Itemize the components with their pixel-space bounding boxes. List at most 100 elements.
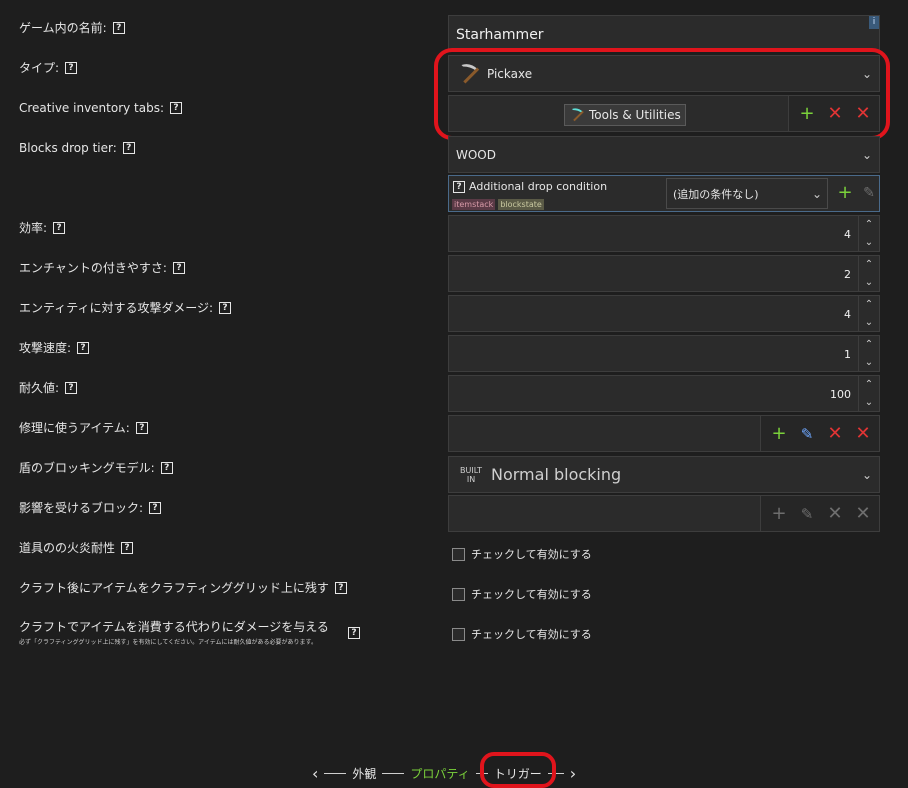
chevron-down-icon[interactable]: ⌄ — [859, 234, 879, 252]
chevron-down-icon[interactable]: ⌄ — [859, 274, 879, 292]
spinner: ⌃ ⌄ — [858, 296, 879, 331]
entity-damage-label: エンティティに対する攻撃ダメージ:? — [19, 298, 232, 318]
affected-blocks-label: 影響を受けるブロック:? — [19, 498, 162, 518]
add-icon[interactable]: + — [835, 183, 855, 203]
help-icon[interactable]: ? — [121, 542, 134, 554]
tag-itemstack: itemstack — [452, 199, 496, 210]
name-label: ゲーム内の名前:? — [19, 18, 125, 38]
checkbox-label: チェックして有効にする — [471, 548, 592, 561]
add-icon[interactable]: + — [769, 423, 789, 444]
durability-label: 耐久値:? — [19, 378, 78, 398]
shield-model-value: Normal blocking — [491, 465, 622, 484]
chevron-down-icon[interactable]: ⌄ — [859, 394, 879, 412]
highlight-oval — [434, 48, 890, 140]
eyedropper-icon[interactable]: ✎ — [797, 504, 817, 524]
help-icon[interactable]: ? — [77, 342, 90, 354]
nav-properties[interactable]: プロパティ — [410, 765, 469, 782]
help-icon[interactable]: ? — [172, 262, 185, 274]
damage-instead-checkbox[interactable]: チェックして有効にする — [452, 624, 592, 644]
edit-icon[interactable]: ✎ — [859, 183, 879, 203]
attack-speed-label: 攻撃速度:? — [19, 338, 90, 358]
drop-tier-dropdown[interactable]: WOOD ⌄ — [448, 136, 880, 173]
drop-condition-select-value: (追加の条件なし) — [673, 187, 759, 201]
nav-appearance[interactable]: 外観 — [352, 765, 376, 782]
shield-model-label: 盾のブロッキングモデル:? — [19, 458, 173, 478]
attack-speed-input[interactable]: 1 ⌃ ⌄ — [448, 335, 880, 372]
checkbox[interactable] — [452, 587, 465, 601]
help-icon[interactable]: ? — [65, 62, 78, 74]
chevron-right-icon[interactable]: › — [570, 764, 576, 783]
chevron-down-icon[interactable]: ⌄ — [859, 354, 879, 372]
efficiency-input[interactable]: 4 ⌃ ⌄ — [448, 215, 880, 252]
leave-in-grid-label: クラフト後にアイテムをクラフティンググリッド上に残す? — [19, 578, 347, 598]
help-icon[interactable]: ? — [453, 180, 465, 193]
enchantability-label: エンチャントの付きやすさ:? — [19, 258, 185, 278]
help-icon[interactable]: ? — [160, 462, 173, 474]
chevron-up-icon[interactable]: ⌃ — [859, 296, 879, 314]
efficiency-value: 4 — [844, 228, 851, 241]
drop-tier-label: Blocks drop tier:? — [19, 138, 135, 158]
chevron-down-icon: ⌄ — [861, 467, 872, 482]
enchantability-value: 2 — [844, 268, 851, 281]
damage-instead-note: 必ず「クラフティンググリッド上に残す」を有効にしてください。アイテムには耐久値が… — [19, 639, 317, 646]
fire-resistance-label: 道具のの火炎耐性? — [19, 538, 134, 558]
help-icon[interactable]: ? — [149, 502, 162, 514]
divider — [324, 773, 347, 774]
entity-damage-value: 4 — [844, 308, 851, 321]
checkbox-label: チェックして有効にする — [471, 588, 592, 601]
chevron-left-icon[interactable]: ‹ — [312, 764, 318, 783]
repair-items-actions: + ✎ ✕ ✕ — [760, 416, 879, 451]
add-icon[interactable]: + — [769, 503, 789, 524]
damage-instead-label: クラフトでアイテムを消費する代わりにダメージを与える — [19, 620, 329, 634]
chevron-up-icon[interactable]: ⌃ — [859, 376, 879, 394]
chevron-down-icon: ⌄ — [811, 186, 822, 201]
help-icon[interactable]: ? — [170, 102, 183, 114]
drop-condition-title: Additional drop condition — [469, 180, 608, 193]
divider — [382, 773, 405, 774]
help-icon[interactable]: ? — [112, 22, 125, 34]
affected-blocks-list[interactable]: + ✎ ✕ ✕ — [448, 495, 880, 532]
chevron-up-icon[interactable]: ⌃ — [859, 256, 879, 274]
remove-icon[interactable]: ✕ — [825, 423, 845, 444]
chevron-down-icon[interactable]: ⌄ — [859, 314, 879, 332]
type-label: タイプ:? — [19, 58, 78, 78]
attack-speed-value: 1 — [844, 348, 851, 361]
highlight-oval — [480, 752, 556, 788]
help-icon[interactable]: ? — [135, 422, 148, 434]
name-input[interactable]: Starhammer i — [448, 15, 880, 52]
efficiency-label: 効率:? — [19, 218, 66, 238]
help-icon[interactable]: ? — [122, 142, 135, 154]
drop-tier-value: WOOD — [456, 147, 496, 162]
clear-all-icon[interactable]: ✕ — [853, 423, 873, 444]
spinner: ⌃ ⌄ — [858, 256, 879, 291]
leave-in-grid-checkbox[interactable]: チェックして有効にする — [452, 584, 592, 604]
repair-items-list[interactable]: + ✎ ✕ ✕ — [448, 415, 880, 452]
tabs-label: Creative inventory tabs:? — [19, 98, 183, 118]
checkbox[interactable] — [452, 627, 465, 641]
help-icon[interactable]: ? — [219, 302, 232, 314]
checkbox-label: チェックして有効にする — [471, 628, 592, 641]
entity-damage-input[interactable]: 4 ⌃ ⌄ — [448, 295, 880, 332]
fire-resistance-checkbox[interactable]: チェックして有効にする — [452, 544, 592, 564]
built-in-badge: BUILT IN — [460, 465, 482, 484]
info-icon[interactable]: i — [869, 16, 879, 29]
durability-input[interactable]: 100 ⌃ ⌄ — [448, 375, 880, 412]
help-icon[interactable]: ? — [334, 582, 347, 594]
spinner: ⌃ ⌄ — [858, 216, 879, 251]
clear-all-icon[interactable]: ✕ — [853, 503, 873, 524]
remove-icon[interactable]: ✕ — [825, 503, 845, 524]
name-value: Starhammer — [456, 27, 544, 43]
help-icon[interactable]: ? — [348, 627, 360, 639]
chevron-up-icon[interactable]: ⌃ — [859, 336, 879, 354]
enchantability-input[interactable]: 2 ⌃ ⌄ — [448, 255, 880, 292]
tag-blockstate: blockstate — [498, 199, 544, 210]
shield-model-dropdown[interactable]: BUILT IN Normal blocking ⌄ — [448, 456, 880, 493]
drop-condition-select[interactable]: (追加の条件なし) ⌄ — [666, 178, 828, 209]
durability-value: 100 — [830, 388, 851, 401]
eyedropper-icon[interactable]: ✎ — [797, 424, 817, 444]
help-icon[interactable]: ? — [65, 382, 78, 394]
help-icon[interactable]: ? — [53, 222, 66, 234]
checkbox[interactable] — [452, 547, 465, 561]
chevron-down-icon: ⌄ — [861, 147, 872, 162]
chevron-up-icon[interactable]: ⌃ — [859, 216, 879, 234]
